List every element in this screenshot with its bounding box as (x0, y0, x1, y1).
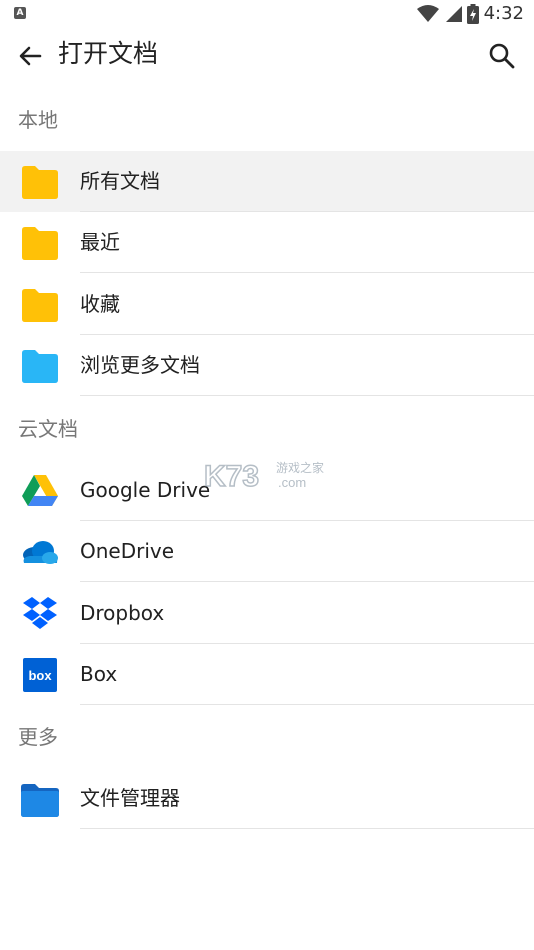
watermark: K73 游戏之家 .com (203, 458, 334, 496)
box-icon: box (23, 658, 57, 692)
list-item-onedrive[interactable]: OneDrive (0, 521, 534, 582)
section-header-cloud: 云文档 (18, 417, 78, 441)
status-time: 4:32 (483, 3, 524, 24)
back-arrow-icon[interactable] (14, 40, 46, 72)
list-item-dropbox[interactable]: Dropbox (0, 583, 534, 644)
search-icon[interactable] (486, 40, 518, 72)
section-header-local: 本地 (18, 108, 58, 132)
list-item-label: 浏览更多文档 (80, 353, 200, 377)
list-item-label: 文件管理器 (80, 786, 180, 810)
folder-icon (22, 166, 58, 199)
list-item-file-manager[interactable]: 文件管理器 (0, 768, 534, 829)
list-item-label: Google Drive (80, 478, 211, 502)
signal-icon (445, 5, 462, 22)
list-item-label: OneDrive (80, 539, 175, 563)
folder-icon (22, 350, 58, 383)
list-item-box[interactable]: box Box (0, 644, 534, 705)
svg-text:box: box (28, 668, 52, 683)
status-indicators: 4:32 (416, 3, 524, 24)
divider (80, 581, 534, 582)
list-item-label: 收藏 (80, 292, 120, 316)
list-item-favorites[interactable]: 收藏 (0, 274, 534, 335)
list-item-label: Dropbox (80, 601, 165, 625)
battery-icon (466, 3, 479, 24)
google-drive-icon (22, 475, 58, 506)
watermark-domain: .com (278, 475, 306, 490)
file-manager-icon (21, 784, 59, 817)
notification-icon: A (14, 7, 26, 19)
divider (80, 395, 534, 396)
folder-icon (22, 227, 58, 260)
list-item-label: 最近 (80, 230, 120, 254)
divider (80, 828, 534, 829)
list-item-label: Box (80, 662, 118, 686)
divider (80, 704, 534, 705)
status-bar: A 4:32 (0, 0, 534, 28)
list-item-label: 所有文档 (80, 169, 160, 193)
watermark-logo: K73 (204, 460, 259, 492)
onedrive-icon (23, 541, 58, 564)
list-item-all-documents[interactable]: 所有文档 (0, 151, 534, 212)
list-item-browse-more[interactable]: 浏览更多文档 (0, 335, 534, 396)
section-header-more: 更多 (18, 725, 58, 749)
dropbox-icon (23, 597, 57, 629)
wifi-icon (416, 4, 439, 22)
divider (80, 272, 534, 273)
app-bar: 打开文档 (0, 28, 534, 82)
watermark-subtext: 游戏之家 (276, 460, 324, 475)
list-item-recent[interactable]: 最近 (0, 212, 534, 273)
page-title: 打开文档 (58, 39, 159, 68)
folder-icon (22, 289, 58, 322)
